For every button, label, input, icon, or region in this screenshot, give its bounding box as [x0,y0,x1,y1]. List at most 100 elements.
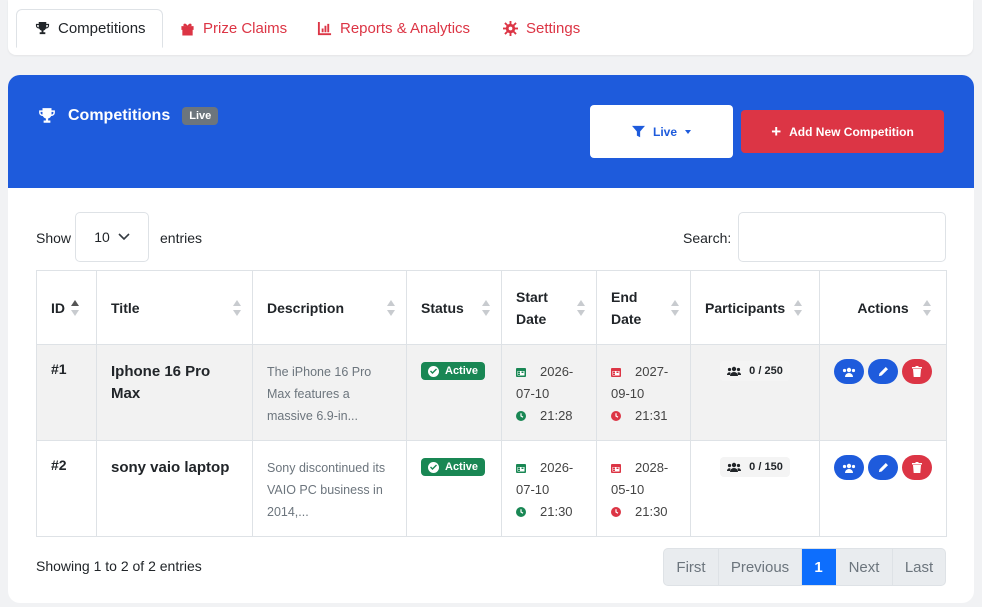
sort-icon [482,299,491,316]
chevron-down-icon [685,129,691,134]
delete-button[interactable] [902,359,932,384]
tab-settings[interactable]: Settings [503,9,580,48]
card-header: Competitions Live Live + Add New Competi… [8,75,974,188]
length-entries-label: entries [160,230,203,246]
status-badge: Active [421,362,486,380]
page-1-button[interactable]: 1 [802,549,836,585]
view-participants-button[interactable] [834,359,864,384]
row-status-cell: Active [406,344,502,441]
table-row: #2 sony vaio laptop Sony discontinued it… [36,440,947,537]
row-end-date: 2027- 09-10 21:31 [596,344,691,441]
sort-icon [577,299,586,316]
length-select[interactable]: 10 [75,212,149,262]
add-label: Add New Competition [789,124,914,139]
table-row: #1 Iphone 16 Pro Max The iPhone 16 Pro M… [36,344,947,441]
tab-competitions[interactable]: Competitions [16,9,163,48]
row-status-cell: Active [406,440,502,537]
tab-reports-analytics[interactable]: Reports & Analytics [317,9,470,48]
tab-label: Reports & Analytics [340,20,471,37]
column-header-start-date[interactable]: Start Date [501,270,597,345]
chevron-down-icon [118,233,130,241]
users-icon [727,462,742,472]
view-participants-button[interactable] [834,455,864,480]
check-circle-icon [428,365,439,377]
column-header-end-date[interactable]: End Date [596,270,691,345]
row-actions [819,440,947,537]
competitions-table: ID Title Description Status Start Date E… [36,270,947,537]
row-description: Sony discontinued its VAIO PC business i… [252,440,407,537]
users-icon [727,366,742,376]
search-input[interactable] [738,212,946,262]
row-participants: 0 / 150 [690,440,820,537]
tab-label: Settings [526,20,581,37]
filter-icon [631,125,645,138]
calendar-icon [611,464,621,473]
row-end-date: 2028- 05-10 21:30 [596,440,691,537]
sort-asc-icon [71,299,80,316]
participants-badge: 0 / 150 [720,457,790,477]
users-icon [842,463,856,473]
clock-icon [611,507,621,517]
row-actions [819,344,947,441]
calendar-icon [516,368,526,377]
filter-label: Live [652,124,677,139]
edit-button[interactable] [868,455,898,480]
check-circle-icon [428,461,439,473]
add-competition-button[interactable]: + Add New Competition [741,110,944,153]
clock-icon [516,507,526,517]
sort-icon [387,299,396,316]
column-header-title[interactable]: Title [96,270,253,345]
clock-icon [516,411,526,421]
edit-button[interactable] [868,359,898,384]
page-last-button[interactable]: Last [893,549,945,585]
chart-icon [317,21,332,36]
column-header-id[interactable]: ID [36,270,97,345]
tab-label: Competitions [58,20,146,37]
page-first-button[interactable]: First [664,549,719,585]
tab-prize-claims[interactable]: Prize Claims [180,9,287,48]
row-description: The iPhone 16 Pro Max features a massive… [252,344,407,441]
delete-button[interactable] [902,455,932,480]
pencil-icon [878,463,888,473]
row-id: #1 [36,344,97,441]
row-title: sony vaio laptop [96,440,253,537]
gear-icon [503,21,518,36]
table-info: Showing 1 to 2 of 2 entries [36,558,202,574]
page-title: Competitions [68,107,171,124]
search-label: Search: [683,230,732,246]
trash-icon [912,462,922,473]
column-header-status[interactable]: Status [406,270,502,345]
users-icon [842,367,856,377]
pagination: First Previous 1 Next Last [663,548,946,586]
row-start-date: 2026- 07-10 21:28 [501,344,597,441]
pencil-icon [878,367,888,377]
sort-icon [233,299,242,316]
calendar-icon [516,464,526,473]
filter-dropdown-button[interactable]: Live [590,105,733,158]
top-tab-bar: Competitions Prize Claims Reports & Anal… [8,0,973,55]
row-start-date: 2026- 07-10 21:30 [501,440,597,537]
sort-icon [794,299,803,316]
trash-icon [912,366,922,377]
column-header-participants[interactable]: Participants [690,270,820,345]
row-id: #2 [36,440,97,537]
page-previous-button[interactable]: Previous [719,549,802,585]
trophy-icon [35,21,50,35]
tab-label: Prize Claims [203,20,288,37]
calendar-icon [611,368,621,377]
gift-icon [181,23,194,36]
column-header-actions[interactable]: Actions [819,270,947,345]
row-participants: 0 / 250 [690,344,820,441]
column-header-description[interactable]: Description [252,270,407,345]
sort-icon [671,299,680,316]
participants-badge: 0 / 250 [720,361,790,381]
status-badge: Active [421,458,486,476]
row-title: Iphone 16 Pro Max [96,344,253,441]
card-title: Competitions Live [38,107,219,125]
clock-icon [611,411,621,421]
length-show-label: Show [36,230,72,246]
page-next-button[interactable]: Next [836,549,893,585]
status-badge: Live [182,107,219,125]
plus-icon: + [771,122,782,141]
sort-icon [923,299,932,316]
